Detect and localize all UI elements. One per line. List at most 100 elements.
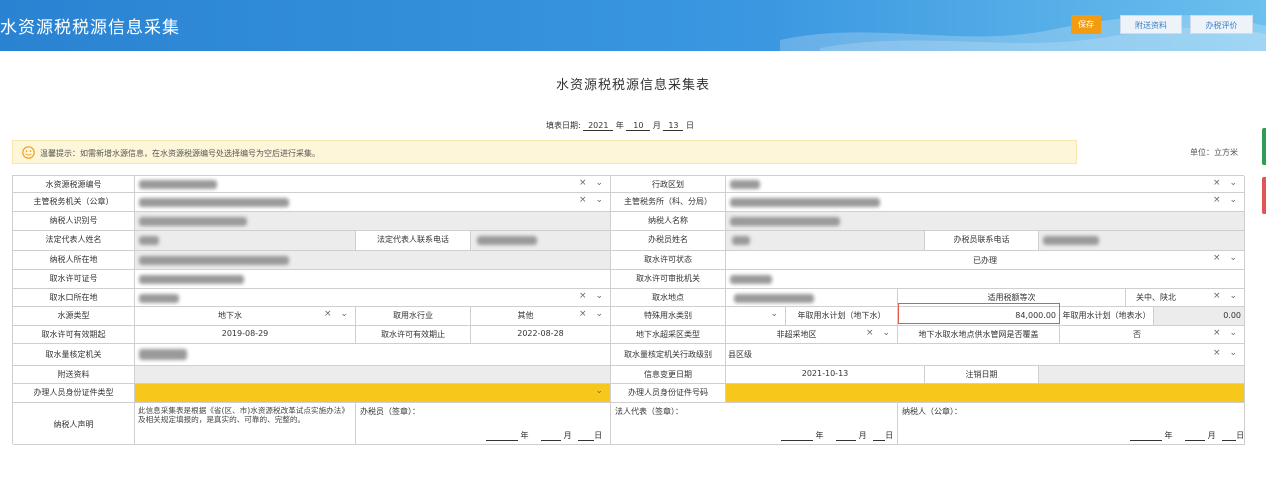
label-attachments: 附送资料 bbox=[13, 366, 135, 384]
label-water-source-type: 水源类型 bbox=[13, 307, 135, 326]
annual-surface-water-plan-value: 0.00 bbox=[1223, 311, 1241, 320]
label-intake-location: 取水口所在地 bbox=[13, 289, 135, 307]
save-button[interactable]: 保存 bbox=[1071, 15, 1101, 34]
permit-valid-to-value: 2022-08-28 bbox=[517, 329, 564, 338]
pipe-network-coverage-select[interactable]: 否 × ⌄ bbox=[1060, 326, 1245, 344]
clear-dropdown-icon: × ⌄ bbox=[866, 328, 893, 338]
id-doc-number-input[interactable] bbox=[726, 384, 1245, 403]
authority-admin-level-select[interactable]: 县区级 × ⌄ bbox=[726, 344, 1245, 366]
annual-surface-water-plan-field: 0.00 bbox=[1154, 307, 1245, 326]
id-doc-type-select[interactable]: ⌄ bbox=[135, 384, 611, 403]
tip-banner: 温馨提示：如需新增水源信息，在水资源税源编号处选择编号为空后进行采集。 bbox=[12, 140, 1077, 164]
permit-valid-from-date[interactable]: 2019-08-29 bbox=[135, 326, 356, 344]
clerk-name-field bbox=[726, 231, 925, 251]
redacted-value bbox=[139, 294, 179, 303]
clerk-signature-date: 年 月 日 bbox=[486, 430, 602, 441]
overexploitation-zone-value: 非超采地区 bbox=[776, 330, 817, 339]
water-quantity-authority-input[interactable] bbox=[135, 344, 611, 366]
tax-source-form-grid: 水资源税源编号 × ⌄ 行政区划 × ⌄ 主管税务机关（公章） × ⌄ 主管税务… bbox=[12, 175, 1245, 445]
redacted-value bbox=[139, 198, 289, 207]
tax-rate-tier-select[interactable]: 关中、陕北 × ⌄ bbox=[1126, 289, 1245, 307]
attach-documents-button[interactable]: 附送资料 bbox=[1120, 15, 1182, 34]
label-annual-groundwater-plan: 年取用水计划（地下水） bbox=[786, 307, 898, 326]
chevron-down-icon: ⌄ bbox=[770, 309, 781, 319]
special-water-category-select[interactable]: ⌄ bbox=[726, 307, 786, 326]
label-authority-admin-level: 取水量核定机关行政级别 bbox=[611, 344, 726, 366]
label-id-doc-number: 办理人员身份证件号码 bbox=[611, 384, 726, 403]
clear-dropdown-icon: × ⌄ bbox=[1213, 291, 1240, 301]
authority-admin-level-value: 县区级 bbox=[728, 350, 752, 359]
label-water-source-id: 水资源税源编号 bbox=[13, 176, 135, 193]
tax-service-rating-button[interactable]: 办税评价 bbox=[1190, 15, 1253, 34]
label-taxpayer-name: 纳税人名称 bbox=[611, 212, 726, 231]
clerk-signature-cell: 办税员（签章）： 年 月 日 bbox=[356, 403, 611, 445]
redacted-value bbox=[139, 349, 187, 360]
redacted-value bbox=[139, 256, 289, 265]
tax-rate-tier-value: 关中、陕北 bbox=[1136, 293, 1176, 302]
permit-status-select[interactable]: 已办理 × ⌄ bbox=[726, 251, 1245, 270]
fill-date-day-unit: 日 bbox=[685, 121, 694, 130]
intake-location-select[interactable]: × ⌄ bbox=[135, 289, 611, 307]
legal-rep-phone-field bbox=[471, 231, 611, 251]
label-clerk-phone: 办税员联系电话 bbox=[925, 231, 1039, 251]
tax-office-select[interactable]: × ⌄ bbox=[726, 193, 1245, 212]
taxpayer-seal-date: 年 月 日 bbox=[1130, 430, 1244, 441]
fill-date-year: 2021 bbox=[583, 121, 614, 131]
tax-authority-select[interactable]: × ⌄ bbox=[135, 193, 611, 212]
label-taxpayer-declaration: 纳税人声明 bbox=[13, 403, 135, 445]
fill-date-label: 填表日期: bbox=[546, 121, 581, 130]
redacted-value bbox=[139, 180, 217, 189]
pipe-network-coverage-value: 否 bbox=[1133, 330, 1141, 339]
declaration-text: 此信息采集表是根据《省(区、市)水资源税改革试点实施办法》及相关规定填报的，是真… bbox=[138, 406, 349, 424]
taxpayer-name-field bbox=[726, 212, 1245, 231]
redacted-value bbox=[1043, 236, 1099, 245]
label-taxpayer-id: 纳税人识别号 bbox=[13, 212, 135, 231]
water-industry-select[interactable]: 其他 × ⌄ bbox=[471, 307, 611, 326]
permit-approval-authority-input[interactable] bbox=[726, 270, 1245, 289]
overexploitation-zone-select[interactable]: 非超采地区 × ⌄ bbox=[726, 326, 898, 344]
fill-date: 填表日期: 2021 年 10 月 13 日 bbox=[546, 120, 694, 131]
redacted-value bbox=[139, 217, 247, 226]
permit-number-input[interactable] bbox=[135, 270, 611, 289]
highlight-box bbox=[898, 303, 1060, 324]
declaration-text-cell: 此信息采集表是根据《省(区、市)水资源税改革试点实施办法》及相关规定填报的，是真… bbox=[135, 403, 356, 445]
label-id-doc-type: 办理人员身份证件类型 bbox=[13, 384, 135, 403]
unit-label: 单位：立方米 bbox=[1190, 148, 1238, 157]
app-header: 水资源税税源信息采集 保存 附送资料 办税评价 bbox=[0, 0, 1266, 51]
clear-dropdown-icon: × ⌄ bbox=[579, 178, 606, 188]
tip-text: 温馨提示：如需新增水源信息，在水资源税源编号处选择编号为空后进行采集。 bbox=[40, 149, 320, 158]
redacted-value bbox=[734, 294, 814, 303]
clear-dropdown-icon: × ⌄ bbox=[324, 309, 351, 319]
label-tax-office: 主管税务所（科、分局） bbox=[611, 193, 726, 212]
fill-date-year-unit: 年 bbox=[615, 121, 624, 130]
label-cancel-date: 注销日期 bbox=[925, 366, 1039, 384]
label-permit-status: 取水许可状态 bbox=[611, 251, 726, 270]
smile-icon bbox=[22, 146, 35, 159]
clerk-phone-field bbox=[1039, 231, 1245, 251]
clear-dropdown-icon: × ⌄ bbox=[579, 291, 606, 301]
label-water-quantity-authority: 取水量核定机关 bbox=[13, 344, 135, 366]
fill-date-month: 10 bbox=[626, 121, 651, 131]
intake-site-input[interactable] bbox=[726, 289, 898, 307]
clear-dropdown-icon: × ⌄ bbox=[1213, 348, 1240, 358]
redacted-value bbox=[139, 236, 159, 245]
clear-dropdown-icon: × ⌄ bbox=[1213, 253, 1240, 263]
form-title: 水资源税税源信息采集表 bbox=[555, 78, 710, 93]
admin-division-select[interactable]: × ⌄ bbox=[726, 176, 1245, 193]
legal-rep-signature-cell: 法人代表（签章）： 年 月 日 bbox=[611, 403, 898, 445]
water-source-type-select[interactable]: 地下水 × ⌄ bbox=[135, 307, 356, 326]
info-change-date[interactable]: 2021-10-13 bbox=[726, 366, 925, 384]
label-permit-number: 取水许可证号 bbox=[13, 270, 135, 289]
side-tab-green[interactable] bbox=[1262, 128, 1266, 165]
side-tab-red[interactable] bbox=[1262, 177, 1266, 214]
permit-valid-to-date[interactable]: 2022-08-28 bbox=[471, 326, 611, 344]
legal-rep-signature-date: 年 月 日 bbox=[781, 430, 893, 441]
clear-dropdown-icon: × ⌄ bbox=[1213, 195, 1240, 205]
water-source-id-select[interactable]: × ⌄ bbox=[135, 176, 611, 193]
redacted-value bbox=[477, 236, 537, 245]
info-change-date-value: 2021-10-13 bbox=[801, 369, 849, 378]
taxpayer-seal-label: 纳税人（公章）： bbox=[902, 407, 962, 416]
label-clerk-name: 办税员姓名 bbox=[611, 231, 726, 251]
label-permit-valid-from: 取水许可有效期起 bbox=[13, 326, 135, 344]
permit-valid-from-value: 2019-08-29 bbox=[221, 329, 269, 338]
